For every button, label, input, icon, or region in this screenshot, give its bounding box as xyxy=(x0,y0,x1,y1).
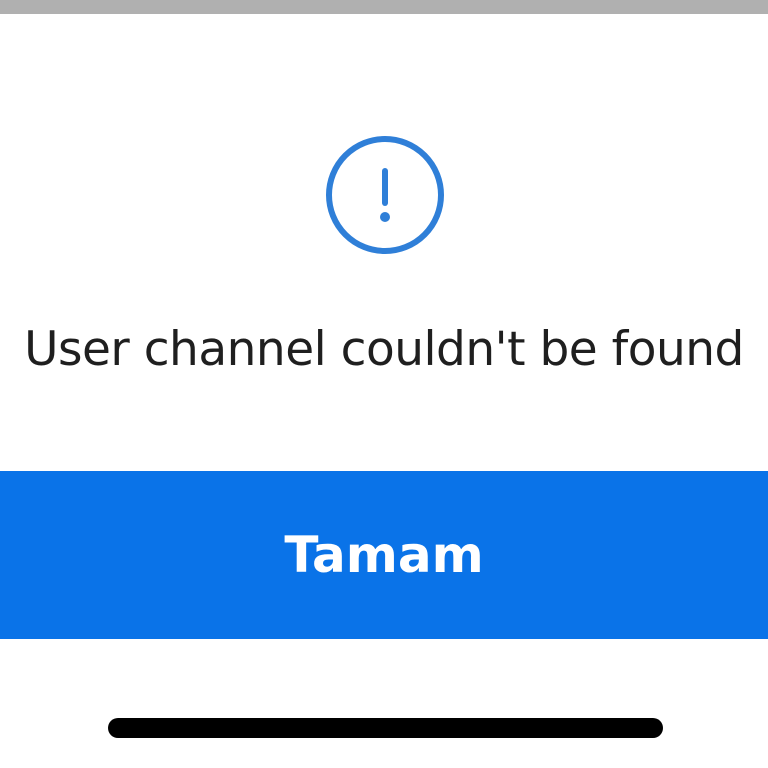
exclamation-circle-icon xyxy=(325,135,445,255)
alert-message: User channel couldn't be found xyxy=(24,322,744,377)
ok-button[interactable]: Tamam xyxy=(0,471,768,639)
alert-screen: User channel couldn't be found Tamam xyxy=(0,0,768,768)
status-bar-strip xyxy=(0,0,768,14)
home-indicator[interactable] xyxy=(108,718,663,738)
